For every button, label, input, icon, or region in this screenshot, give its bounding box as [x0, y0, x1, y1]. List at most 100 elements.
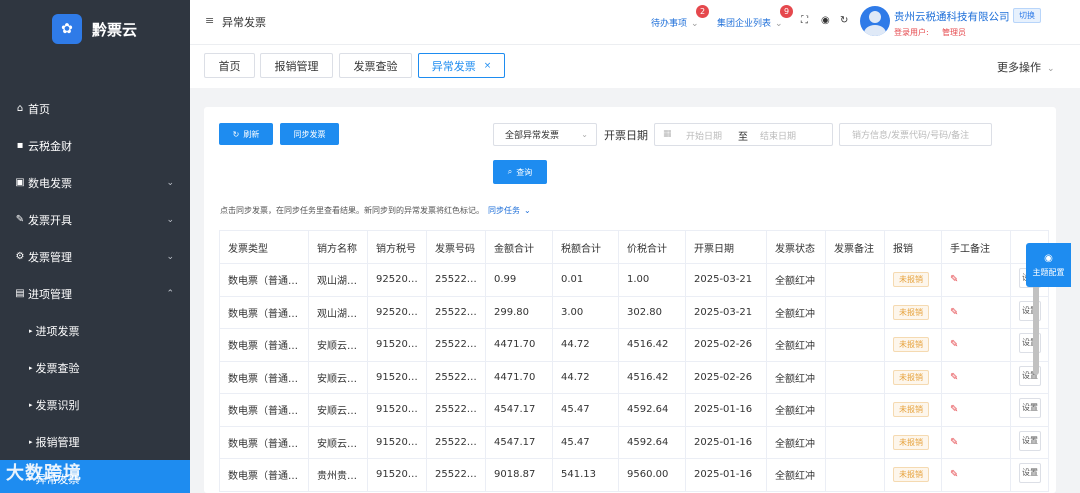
abnormal-type-select[interactable]: 全部异常发票 ⌄ — [493, 123, 597, 146]
sidebar-subitem[interactable]: ▸ 发票识别 — [0, 386, 190, 423]
settings-button[interactable]: 设置 — [1019, 463, 1041, 484]
column-header: 金额合计 — [485, 230, 553, 264]
end-date-field[interactable]: 结束日期 — [760, 129, 796, 142]
todo-link[interactable]: 待办事项 ⌄ — [651, 16, 699, 29]
switch-company-button[interactable]: 切换 — [1013, 8, 1041, 23]
chevron-icon: ⌄ — [166, 177, 174, 188]
table-cell: 安顺云… — [308, 425, 368, 459]
table-cell: 数电票（普通… — [219, 328, 309, 362]
settings-button[interactable]: 设置 — [1019, 430, 1041, 451]
calendar-icon: ▦ — [663, 129, 672, 139]
sidebar-item[interactable]: ▤ 进项管理 ⌃ — [0, 275, 190, 312]
table-cell: 25522… — [426, 328, 486, 362]
table-cell: 0.99 — [485, 263, 553, 297]
table-cell — [825, 263, 885, 297]
table-cell: 91520… — [367, 425, 427, 459]
table-row[interactable]: 数电票（普通… 观山湖… 92520… 25522… 0.99 0.01 1.00 2025-… — [219, 263, 1049, 297]
date-range-picker[interactable]: ▦ 开始日期 至 结束日期 — [654, 123, 833, 146]
edit-icon[interactable]: ✎ — [950, 469, 958, 480]
table-cell: 302.80 — [618, 295, 686, 329]
edit-icon[interactable]: ✎ — [950, 372, 958, 383]
tab-label: 异常发票 — [431, 59, 476, 73]
group-list-link[interactable]: 集团企业列表 ⌄ — [717, 16, 783, 29]
sidebar-item[interactable]: ⚙ 发票管理 ⌄ — [0, 238, 190, 275]
hint-text: 点击同步发票，在同步任务里查看结果。新同步到的异常发票将红色标记。 — [220, 206, 484, 215]
gear-icon: ⚙ — [15, 251, 25, 262]
settings-button[interactable]: 设置 — [1019, 398, 1041, 419]
table-row[interactable]: 数电票（普通… 安顺云… 91520… 25522… 4547.17 45.47 4592.… — [219, 393, 1049, 427]
sidebar-item[interactable]: ▪ 云税金财 — [0, 127, 190, 164]
table-row[interactable]: 数电票（普通… 安顺云… 91520… 25522… 4547.17 45.47 4592.… — [219, 425, 1049, 459]
table-header-row: 发票类型 销方名称 销方税号 发票号码 金额合计 税额合计 价税合计 开票日期 发票状态 发票备注… — [219, 230, 1049, 264]
search-icon: ⌕ — [507, 167, 513, 176]
edit-icon[interactable]: ✎ — [950, 307, 958, 318]
refresh-button[interactable]: ↻ 刷新 — [219, 123, 273, 145]
column-header: 销方税号 — [367, 230, 427, 264]
table-row[interactable]: 数电票（普通… 安顺云… 91520… 25522… 4471.70 44.72 4516.… — [219, 328, 1049, 362]
group-badge: 9 — [780, 5, 793, 18]
invoice-icon: ▣ — [15, 177, 25, 188]
table-cell: 数电票（普通… — [219, 458, 309, 492]
table-cell: 设置 — [1010, 458, 1049, 492]
more-operations-dropdown[interactable]: 更多操作 ⌄ — [997, 59, 1055, 75]
table-cell: 未报销 — [884, 393, 942, 427]
query-button[interactable]: ⌕ 查询 — [493, 160, 547, 184]
sidebar-subitem[interactable]: ▸ 发票查验 — [0, 349, 190, 386]
edit-icon[interactable]: ✎ — [950, 404, 958, 415]
sidebar: ✿ 黔票云 ⌂ 首页 ▪ 云税金财 ▣ 数电发票 ⌄ ✎ 发票开具 ⌄ ⚙ 发票管理 ⌄ ▤ 进项管理 ⌃ ▸ 进… — [0, 0, 190, 493]
table-row[interactable]: 数电票（普通… 贵州贵… 91520… 25522… 9018.87 541.13 9560… — [219, 458, 1049, 492]
theme-config-button[interactable]: ◉ 主题配置 — [1026, 243, 1071, 287]
company-name: 贵州云税通科技有限公司 — [894, 11, 1010, 23]
tab-reimbursement[interactable]: 报销管理 — [260, 53, 333, 78]
table-cell: 4516.42 — [618, 328, 686, 362]
table-cell: 1.00 — [618, 263, 686, 297]
sync-invoice-button[interactable]: 同步发票 — [280, 123, 339, 145]
sync-hint: 点击同步发票，在同步任务里查看结果。新同步到的异常发票将红色标记。 同步任务 ⌄ — [220, 205, 531, 216]
sidebar-subitem[interactable]: ▸ 报销管理 — [0, 423, 190, 460]
sidebar-item[interactable]: ▣ 数电发票 ⌄ — [0, 164, 190, 201]
sidebar-item-label: 发票管理 — [28, 250, 72, 264]
table-cell: 设置 — [1010, 328, 1049, 362]
todo-badge: 2 — [696, 5, 709, 18]
table-cell: 4516.42 — [618, 360, 686, 394]
edit-icon[interactable]: ✎ — [950, 339, 958, 350]
sidebar-item[interactable]: ⌂ 首页 — [0, 90, 190, 127]
edit-icon[interactable]: ✎ — [950, 274, 958, 285]
table-row[interactable]: 数电票（普通… 安顺云… 91520… 25522… 4471.70 44.72 4516.… — [219, 360, 1049, 394]
search-input[interactable]: 销方信息/发票代码/号码/备注 — [839, 123, 992, 146]
watermark-text: 大数跨境 — [6, 463, 82, 484]
palette-icon[interactable]: ◉ — [821, 15, 830, 26]
reimbursement-status-badge: 未报销 — [893, 467, 929, 483]
sidebar-subitem-label: 发票查验 — [35, 361, 80, 375]
sidebar-item-label: 首页 — [28, 102, 50, 116]
table-cell: 3.00 — [552, 295, 619, 329]
fullscreen-icon[interactable]: ⛶ — [801, 15, 808, 26]
tab-home[interactable]: 首页 — [204, 53, 255, 78]
table-cell: 全额红冲 — [766, 263, 826, 297]
menu-toggle-icon[interactable]: ≡ — [205, 14, 214, 27]
table-cell: 4547.17 — [485, 425, 553, 459]
refresh-icon[interactable]: ↻ — [840, 15, 848, 26]
tab-abnormal-invoice[interactable]: 异常发票 × — [418, 53, 505, 78]
edit-icon[interactable]: ✎ — [950, 437, 958, 448]
close-icon[interactable]: × — [484, 61, 492, 71]
column-header: 税额合计 — [552, 230, 619, 264]
table-cell: 25522… — [426, 393, 486, 427]
table-row[interactable]: 数电票（普通… 观山湖… 92520… 25522… 299.80 3.00 302.80 2… — [219, 295, 1049, 329]
sidebar-subitem[interactable]: ▸ 进项发票 — [0, 312, 190, 349]
sidebar-item[interactable]: ✎ 发票开具 ⌄ — [0, 201, 190, 238]
bullet-icon: ▸ — [29, 437, 33, 446]
app-logo[interactable]: ✿ 黔票云 — [0, 0, 190, 58]
table-cell: 91520… — [367, 458, 427, 492]
reimbursement-status-badge: 未报销 — [893, 337, 929, 353]
avatar[interactable] — [860, 6, 890, 36]
theme-config-label: 主题配置 — [1032, 267, 1065, 277]
start-date-field[interactable]: 开始日期 — [686, 129, 722, 142]
table-cell: ✎ — [941, 328, 1011, 362]
sync-task-link[interactable]: 同步任务 — [488, 206, 520, 215]
table-cell: 设置 — [1010, 393, 1049, 427]
group-list-label: 集团企业列表 — [717, 19, 772, 29]
tab-invoice-verify[interactable]: 发票查验 — [339, 53, 412, 78]
table-cell: 25522… — [426, 360, 486, 394]
tab-label: 发票查验 — [353, 59, 398, 73]
